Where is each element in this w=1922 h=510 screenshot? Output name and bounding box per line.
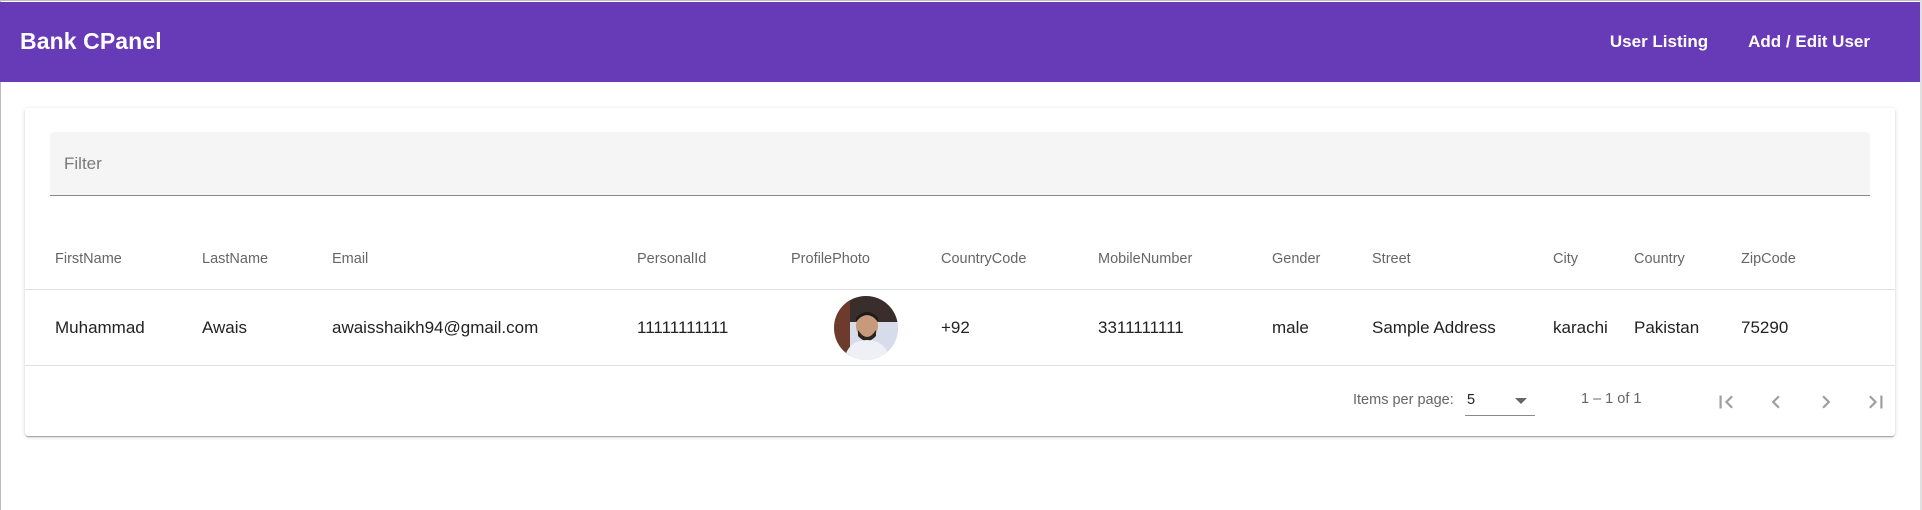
page-range-label: 1 – 1 of 1 [1581,391,1642,407]
brand-title: Bank CPanel [20,28,162,54]
items-per-page-value: 5 [1467,392,1476,408]
cell-street: Sample Address [1372,318,1496,337]
next-page-icon [1822,395,1831,409]
column-header-personalid[interactable]: PersonalId [637,228,706,290]
first-page-icon [1719,395,1733,409]
next-page-button[interactable] [1808,384,1844,420]
top-toolbar: Bank CPanel User Listing Add / Edit User [0,2,1920,82]
cell-zipcode: 75290 [1741,318,1789,337]
table-header-row: FirstName LastName Email PersonalId Prof… [25,228,1895,290]
column-header-profilephoto[interactable]: ProfilePhoto [791,228,870,290]
column-header-zipcode[interactable]: ZipCode [1741,228,1796,290]
column-header-countrycode[interactable]: CountryCode [941,228,1026,290]
column-header-gender[interactable]: Gender [1272,228,1320,290]
table-paginator: Items per page: 5 1 – 1 of 1 [25,370,1895,436]
nav-user-listing[interactable]: User Listing [1590,24,1728,60]
cell-firstname: Muhammad [55,318,145,337]
column-header-mobilenumber[interactable]: MobileNumber [1098,228,1192,290]
filter-input[interactable] [64,132,1854,196]
cell-mobilenumber: 3311111111 [1098,318,1184,337]
table-row[interactable]: Muhammad Awais awaisshaikh94@gmail.com 1… [25,290,1895,366]
column-header-country[interactable]: Country [1634,228,1685,290]
column-header-lastname[interactable]: LastName [202,228,268,290]
user-listing-card: FirstName LastName Email PersonalId Prof… [25,108,1895,436]
nav-add-edit-user[interactable]: Add / Edit User [1728,24,1890,60]
first-page-button[interactable] [1708,384,1744,420]
column-header-email[interactable]: Email [332,228,368,290]
cell-lastname: Awais [202,318,248,337]
cell-personalid: 11111111111 [637,318,729,337]
previous-page-button[interactable] [1758,384,1794,420]
cell-city: karachi [1553,318,1608,337]
filter-field [50,132,1870,196]
previous-page-icon [1771,395,1780,409]
column-header-firstname[interactable]: FirstName [55,228,122,290]
column-header-city[interactable]: City [1553,228,1578,290]
profile-photo-avatar [834,296,898,360]
last-page-button[interactable] [1858,384,1894,420]
main-nav: User Listing Add / Edit User [1590,24,1890,60]
cell-email: awaisshaikh94@gmail.com [332,318,539,337]
items-per-page-label: Items per page: [1353,392,1454,408]
cell-gender: male [1272,318,1309,337]
dropdown-arrow-icon [1515,398,1527,404]
column-header-street[interactable]: Street [1372,228,1411,290]
cell-countrycode: +92 [941,318,970,337]
items-per-page-select[interactable]: 5 [1465,388,1535,416]
last-page-icon [1869,395,1883,409]
avatar-photo-icon [834,296,898,360]
cell-country: Pakistan [1634,318,1700,337]
users-table: FirstName LastName Email PersonalId Prof… [25,228,1895,366]
